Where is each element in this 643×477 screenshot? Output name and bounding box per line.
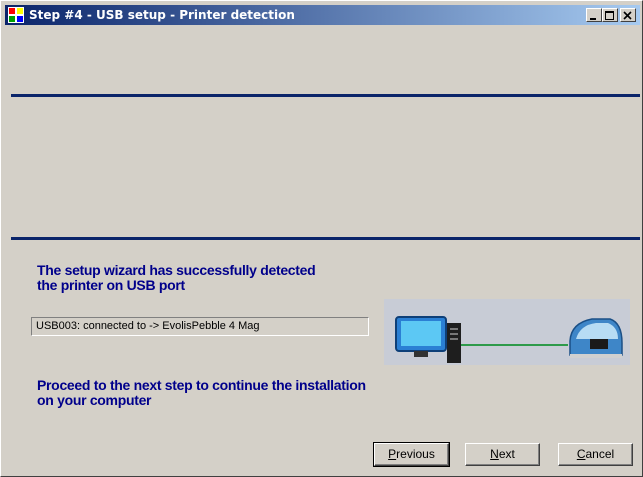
computer-icon	[395, 316, 461, 363]
instruction-line2: on your computer	[37, 392, 152, 408]
previous-label-rest: revious	[396, 447, 435, 461]
next-label-rest: ext	[498, 447, 515, 461]
wizard-window: Step #4 - USB setup - Printer detection …	[0, 0, 643, 477]
previous-label-accel: P	[388, 447, 397, 461]
previous-button[interactable]: Previous	[373, 442, 450, 467]
title-bar[interactable]: Step #4 - USB setup - Printer detection	[5, 5, 640, 25]
cancel-button[interactable]: Cancel	[558, 443, 633, 466]
next-label-accel: N	[490, 447, 499, 461]
instruction-line1: Proceed to the next step to continue the…	[37, 377, 366, 393]
close-icon	[623, 11, 632, 20]
detected-message: The setup wizard has successfully detect…	[37, 262, 316, 293]
body-divider	[11, 237, 640, 240]
card-printer-icon	[569, 318, 623, 358]
connection-diagram	[384, 299, 630, 365]
detected-message-line2: the printer on USB port	[37, 277, 185, 293]
window-title: Step #4 - USB setup - Printer detection	[29, 8, 295, 22]
cancel-label-rest: ancel	[585, 447, 615, 461]
next-button[interactable]: Next	[465, 443, 540, 466]
app-icon	[8, 7, 24, 23]
usb-port-field[interactable]: USB003: connected to -> EvolisPebble 4 M…	[31, 317, 369, 336]
header-divider	[11, 94, 640, 97]
minimize-button[interactable]	[586, 8, 602, 22]
close-button[interactable]	[620, 8, 636, 22]
detected-message-line1: The setup wizard has successfully detect…	[37, 262, 316, 278]
maximize-icon	[605, 11, 614, 20]
minimize-icon	[590, 18, 596, 20]
instruction-message: Proceed to the next step to continue the…	[37, 378, 366, 408]
maximize-button[interactable]	[602, 8, 618, 22]
